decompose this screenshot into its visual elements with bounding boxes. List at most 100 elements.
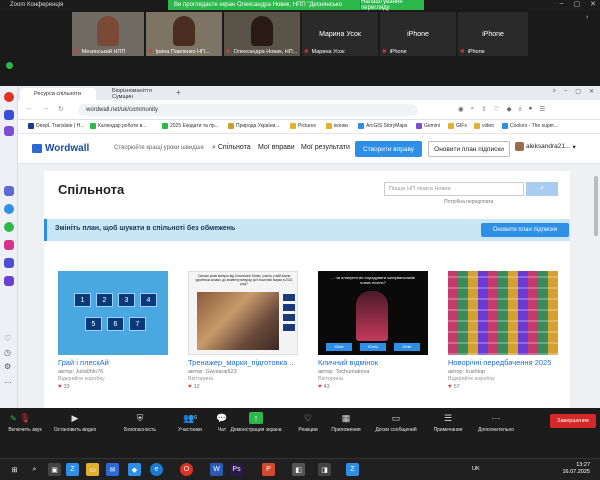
bookmark-item[interactable]: DeepL Translate | Н... [28,123,84,129]
edge-icon[interactable]: e [150,463,163,476]
bookmark-item[interactable]: ArcGIS StoryMaps [358,123,407,129]
tab-community[interactable]: Ресурси спільноти [20,88,96,100]
photoshop-icon[interactable]: Ps [230,463,243,476]
minimize-icon[interactable]: – [564,88,567,95]
bookmark-item[interactable]: Gemini [416,123,440,129]
download-icon[interactable]: ⤓ [519,105,522,113]
store-icon[interactable]: ◆ [128,463,141,476]
aria-icon[interactable] [4,126,14,136]
menu-icon[interactable]: ☰ [539,105,545,113]
upgrade-plan-button[interactable]: Оновити план підписки [481,223,569,237]
more-button[interactable]: ⋯ Дополнительно [472,412,520,434]
search-button[interactable]: ⌕ [526,182,558,196]
zoom-app-icon[interactable]: Z [66,463,79,476]
activity-card[interactable]: 1 2 3 4 5 6 7 Грай і плескАй автор: Juli… [58,271,168,390]
activity-card[interactable]: Новорічні передбачення 2025 автор: Irush… [448,271,558,390]
bookmark-item[interactable]: GIFs [448,123,467,129]
url-field[interactable]: wordwall.net/uk/community [78,104,418,116]
minimize-icon[interactable]: – [560,0,564,8]
discord-icon[interactable] [4,276,14,286]
user-menu[interactable]: aleksandra21... ▾ [515,142,576,151]
more-icon[interactable]: ⋯ [4,378,14,388]
bookmark-item[interactable]: іконки [326,123,348,129]
messenger-icon[interactable] [4,204,14,214]
bookmark-item[interactable]: Календар роботи в... [90,123,146,129]
participant-thumbnail[interactable]: ✖ Олександра Новик, НП... [224,12,300,56]
windows-start-icon[interactable]: ⊞ [8,463,21,476]
word-icon[interactable]: W [210,463,223,476]
activity-title[interactable]: Кличний відмінок [318,358,428,367]
activity-title[interactable]: Грай і плескАй [58,358,168,367]
instagram-icon[interactable] [4,240,14,250]
end-meeting-button[interactable]: Завершение [550,414,596,428]
apps-button[interactable]: ▦ Приложения [324,412,368,434]
upgrade-plan-button[interactable]: Оновити план підписки [428,141,510,157]
participants-button[interactable]: 👥 6 Участники [170,412,210,434]
language-indicator[interactable]: UK [472,466,480,472]
system-clock[interactable]: 13:27 16.07.2025 [562,462,590,476]
thumbnails-next-icon[interactable]: › [586,14,588,21]
share-icon[interactable]: ⇪ [481,105,486,113]
bookmark-item[interactable]: Coolors - The super... [502,123,558,129]
activity-card[interactable]: ... чи плануєте ви порадувати шанувальни… [318,271,428,390]
apps-icon[interactable] [4,186,14,196]
close-icon[interactable]: ✕ [589,88,594,95]
tab-biodiversity[interactable]: Біорізноманіття Сумщин [98,88,174,100]
reactions-button[interactable]: ♡ Реакции [292,412,324,434]
settings-icon[interactable]: ⚙ [4,362,14,372]
forward-icon[interactable]: → [42,105,49,113]
share-screen-button[interactable]: ↑ Демонстрация экрана [226,412,286,433]
nav-my-results[interactable]: Мої результати [301,144,350,151]
heart-icon[interactable]: ♡ [4,334,14,344]
bookmark-item[interactable]: Pictures [290,123,316,129]
wordwall-logo[interactable]: Wordwall [32,143,89,154]
home-icon[interactable] [4,110,14,120]
security-button[interactable]: ⛨ Безопасность [120,412,160,434]
activity-title[interactable]: Новорічні передбачення 2025 [448,358,558,367]
community-search-input[interactable]: Пошук НП ліниса Новиа [384,182,524,196]
nav-community[interactable]: ⌕ Спільнота [212,144,251,152]
profile-icon[interactable]: ● [528,105,532,113]
new-tab-icon[interactable]: + [176,88,181,97]
nav-my-activities[interactable]: Мої вправи [258,144,295,151]
unmute-button[interactable]: 🎙 Включить звук [4,412,46,434]
search-tabs-icon[interactable]: ⌕ [553,88,556,95]
back-icon[interactable]: ← [26,105,33,113]
search-icon[interactable]: ⌕ [28,463,41,476]
whatsapp-icon[interactable] [4,222,14,232]
zoom-meeting-icon[interactable]: Z [346,463,359,476]
powerpoint-icon[interactable]: P [262,463,275,476]
view-settings-button[interactable]: Налаштування перегляду [360,0,424,11]
stop-video-button[interactable]: ▶ Остановить видео [50,412,100,434]
close-icon[interactable]: ✕ [590,0,596,8]
task-view-icon[interactable]: ▣ [48,463,61,476]
create-activity-button[interactable]: Створити вправу [355,141,422,157]
participant-thumbnail[interactable]: iPhone ✖ iPhone [380,12,456,56]
player-icon[interactable] [4,258,14,268]
page-scrollbar[interactable] [594,176,598,236]
app-icon[interactable]: ◧ [292,463,305,476]
notes-button[interactable]: ☰ Примечания [428,412,468,434]
extensions-icon[interactable]: ◆ [507,105,512,113]
maximize-icon[interactable]: ▢ [575,88,581,95]
file-explorer-icon[interactable]: ▭ [86,463,99,476]
participant-thumbnail[interactable]: iPhone ✖ iPhone [458,12,528,56]
activity-card[interactable]: Скільки років минуло від Хотинської битв… [188,271,298,390]
opera-logo-icon[interactable] [4,92,14,102]
history-icon[interactable]: ◷ [4,348,14,358]
camera-icon[interactable]: ◉ [458,105,464,113]
maximize-icon[interactable]: ▢ [574,0,581,8]
activity-title[interactable]: Тренажер_марки_підготовка ... [188,358,298,367]
reload-icon[interactable]: ↻ [58,105,64,113]
bookmark-icon[interactable]: ♡ [494,105,500,113]
bookmark-item[interactable]: 2025 Екодати та пр... [162,123,219,129]
bookmark-item[interactable]: Природа України... [228,123,280,129]
opera-icon[interactable]: O [180,463,193,476]
participant-thumbnail[interactable]: Марина Усок ✖ Марина Усок [302,12,378,56]
app-icon[interactable]: ◨ [318,463,331,476]
participant-thumbnail[interactable]: ✖ Ірина Павленко НП... [146,12,222,56]
participant-thumbnail[interactable]: ✖ Мезинський НПП [72,12,144,56]
mail-icon[interactable]: ✉ [106,463,119,476]
whiteboards-button[interactable]: ▭ Доски сообщений [370,412,422,434]
bookmark-item[interactable]: video [474,123,494,129]
